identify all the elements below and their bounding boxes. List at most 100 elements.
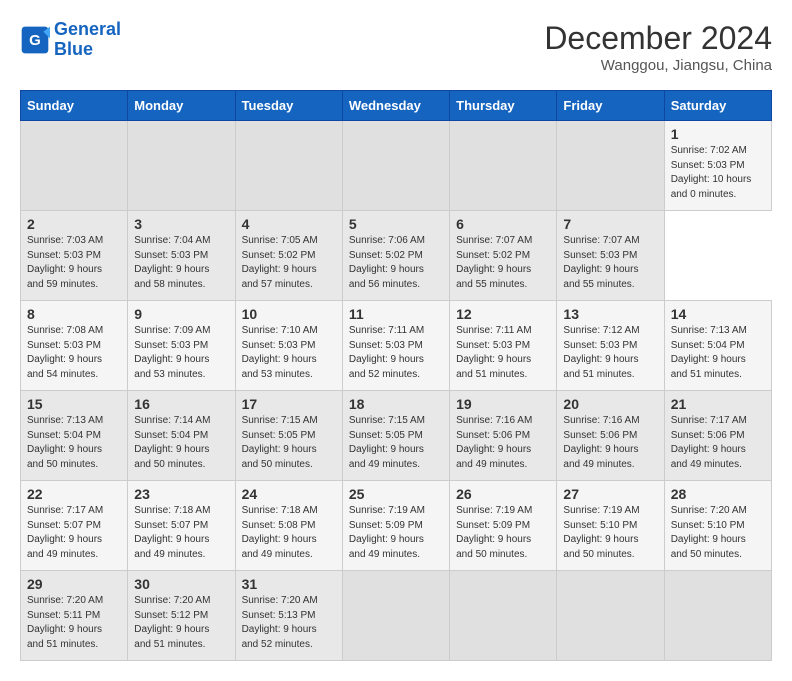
calendar-cell: 3 Sunrise: 7:04 AM Sunset: 5:03 PM Dayli…	[128, 211, 235, 301]
header-day: Tuesday	[235, 91, 342, 121]
day-number: 22	[27, 486, 121, 502]
calendar-cell	[342, 571, 449, 661]
day-detail: Sunrise: 7:16 AM Sunset: 5:06 PM Dayligh…	[456, 414, 550, 472]
day-number: 7	[563, 216, 657, 232]
calendar-cell	[342, 121, 449, 211]
day-number: 14	[671, 306, 765, 322]
day-number: 13	[563, 306, 657, 322]
day-detail: Sunrise: 7:08 AM Sunset: 5:03 PM Dayligh…	[27, 324, 121, 382]
svg-text:G: G	[29, 32, 41, 49]
day-detail: Sunrise: 7:18 AM Sunset: 5:08 PM Dayligh…	[242, 504, 336, 562]
day-number: 24	[242, 486, 336, 502]
day-detail: Sunrise: 7:11 AM Sunset: 5:03 PM Dayligh…	[349, 324, 443, 382]
page-header: G General Blue December 2024 Wanggou, Ji…	[20, 20, 772, 74]
header-row: SundayMondayTuesdayWednesdayThursdayFrid…	[21, 91, 772, 121]
day-detail: Sunrise: 7:20 AM Sunset: 5:10 PM Dayligh…	[671, 504, 765, 562]
calendar-week: 2 Sunrise: 7:03 AM Sunset: 5:03 PM Dayli…	[21, 211, 772, 301]
calendar-cell: 29 Sunrise: 7:20 AM Sunset: 5:11 PM Dayl…	[21, 571, 128, 661]
header-day: Sunday	[21, 91, 128, 121]
day-number: 12	[456, 306, 550, 322]
day-number: 28	[671, 486, 765, 502]
calendar-cell: 18 Sunrise: 7:15 AM Sunset: 5:05 PM Dayl…	[342, 391, 449, 481]
day-number: 29	[27, 576, 121, 592]
calendar-cell: 22 Sunrise: 7:17 AM Sunset: 5:07 PM Dayl…	[21, 481, 128, 571]
day-number: 4	[242, 216, 336, 232]
day-number: 2	[27, 216, 121, 232]
day-number: 16	[134, 396, 228, 412]
calendar-cell: 10 Sunrise: 7:10 AM Sunset: 5:03 PM Dayl…	[235, 301, 342, 391]
header-day: Friday	[557, 91, 664, 121]
calendar-cell: 12 Sunrise: 7:11 AM Sunset: 5:03 PM Dayl…	[450, 301, 557, 391]
day-detail: Sunrise: 7:19 AM Sunset: 5:09 PM Dayligh…	[349, 504, 443, 562]
day-number: 26	[456, 486, 550, 502]
logo-icon: G	[20, 25, 50, 55]
calendar-week: 8 Sunrise: 7:08 AM Sunset: 5:03 PM Dayli…	[21, 301, 772, 391]
calendar-cell: 7 Sunrise: 7:07 AM Sunset: 5:03 PM Dayli…	[557, 211, 664, 301]
calendar-week: 29 Sunrise: 7:20 AM Sunset: 5:11 PM Dayl…	[21, 571, 772, 661]
calendar-cell: 27 Sunrise: 7:19 AM Sunset: 5:10 PM Dayl…	[557, 481, 664, 571]
day-number: 25	[349, 486, 443, 502]
day-detail: Sunrise: 7:14 AM Sunset: 5:04 PM Dayligh…	[134, 414, 228, 472]
calendar-cell: 26 Sunrise: 7:19 AM Sunset: 5:09 PM Dayl…	[450, 481, 557, 571]
day-detail: Sunrise: 7:15 AM Sunset: 5:05 PM Dayligh…	[242, 414, 336, 472]
header-day: Thursday	[450, 91, 557, 121]
day-number: 3	[134, 216, 228, 232]
day-detail: Sunrise: 7:13 AM Sunset: 5:04 PM Dayligh…	[671, 324, 765, 382]
calendar-cell	[21, 121, 128, 211]
calendar-header: SundayMondayTuesdayWednesdayThursdayFrid…	[21, 91, 772, 121]
calendar-cell: 20 Sunrise: 7:16 AM Sunset: 5:06 PM Dayl…	[557, 391, 664, 481]
calendar-cell: 15 Sunrise: 7:13 AM Sunset: 5:04 PM Dayl…	[21, 391, 128, 481]
calendar-week: 22 Sunrise: 7:17 AM Sunset: 5:07 PM Dayl…	[21, 481, 772, 571]
day-number: 6	[456, 216, 550, 232]
calendar-body: 1 Sunrise: 7:02 AM Sunset: 5:03 PM Dayli…	[21, 121, 772, 661]
calendar-cell: 16 Sunrise: 7:14 AM Sunset: 5:04 PM Dayl…	[128, 391, 235, 481]
calendar-cell: 24 Sunrise: 7:18 AM Sunset: 5:08 PM Dayl…	[235, 481, 342, 571]
day-number: 20	[563, 396, 657, 412]
calendar-cell: 28 Sunrise: 7:20 AM Sunset: 5:10 PM Dayl…	[664, 481, 771, 571]
calendar-cell: 19 Sunrise: 7:16 AM Sunset: 5:06 PM Dayl…	[450, 391, 557, 481]
title-block: December 2024 Wanggou, Jiangsu, China	[544, 20, 772, 74]
calendar-cell: 30 Sunrise: 7:20 AM Sunset: 5:12 PM Dayl…	[128, 571, 235, 661]
day-detail: Sunrise: 7:19 AM Sunset: 5:09 PM Dayligh…	[456, 504, 550, 562]
day-detail: Sunrise: 7:16 AM Sunset: 5:06 PM Dayligh…	[563, 414, 657, 472]
day-detail: Sunrise: 7:19 AM Sunset: 5:10 PM Dayligh…	[563, 504, 657, 562]
calendar-cell: 5 Sunrise: 7:06 AM Sunset: 5:02 PM Dayli…	[342, 211, 449, 301]
day-detail: Sunrise: 7:02 AM Sunset: 5:03 PM Dayligh…	[671, 144, 765, 202]
calendar-cell: 11 Sunrise: 7:11 AM Sunset: 5:03 PM Dayl…	[342, 301, 449, 391]
calendar-cell: 17 Sunrise: 7:15 AM Sunset: 5:05 PM Dayl…	[235, 391, 342, 481]
calendar-cell: 14 Sunrise: 7:13 AM Sunset: 5:04 PM Dayl…	[664, 301, 771, 391]
day-detail: Sunrise: 7:20 AM Sunset: 5:11 PM Dayligh…	[27, 594, 121, 652]
calendar-cell: 25 Sunrise: 7:19 AM Sunset: 5:09 PM Dayl…	[342, 481, 449, 571]
day-number: 31	[242, 576, 336, 592]
location: Wanggou, Jiangsu, China	[544, 57, 772, 74]
day-detail: Sunrise: 7:07 AM Sunset: 5:02 PM Dayligh…	[456, 234, 550, 292]
day-detail: Sunrise: 7:05 AM Sunset: 5:02 PM Dayligh…	[242, 234, 336, 292]
header-day: Monday	[128, 91, 235, 121]
header-day: Wednesday	[342, 91, 449, 121]
calendar-cell: 23 Sunrise: 7:18 AM Sunset: 5:07 PM Dayl…	[128, 481, 235, 571]
calendar-cell	[235, 121, 342, 211]
day-detail: Sunrise: 7:09 AM Sunset: 5:03 PM Dayligh…	[134, 324, 228, 382]
day-number: 5	[349, 216, 443, 232]
day-detail: Sunrise: 7:20 AM Sunset: 5:12 PM Dayligh…	[134, 594, 228, 652]
calendar-cell	[664, 571, 771, 661]
calendar-cell: 2 Sunrise: 7:03 AM Sunset: 5:03 PM Dayli…	[21, 211, 128, 301]
calendar-cell	[450, 571, 557, 661]
day-detail: Sunrise: 7:10 AM Sunset: 5:03 PM Dayligh…	[242, 324, 336, 382]
calendar-table: SundayMondayTuesdayWednesdayThursdayFrid…	[20, 90, 772, 661]
calendar-cell	[557, 121, 664, 211]
calendar-cell: 6 Sunrise: 7:07 AM Sunset: 5:02 PM Dayli…	[450, 211, 557, 301]
day-detail: Sunrise: 7:15 AM Sunset: 5:05 PM Dayligh…	[349, 414, 443, 472]
day-detail: Sunrise: 7:18 AM Sunset: 5:07 PM Dayligh…	[134, 504, 228, 562]
day-detail: Sunrise: 7:04 AM Sunset: 5:03 PM Dayligh…	[134, 234, 228, 292]
calendar-cell	[557, 571, 664, 661]
logo: G General Blue	[20, 20, 121, 60]
calendar-week: 15 Sunrise: 7:13 AM Sunset: 5:04 PM Dayl…	[21, 391, 772, 481]
calendar-cell	[450, 121, 557, 211]
month-title: December 2024	[544, 20, 772, 57]
day-detail: Sunrise: 7:12 AM Sunset: 5:03 PM Dayligh…	[563, 324, 657, 382]
day-detail: Sunrise: 7:17 AM Sunset: 5:07 PM Dayligh…	[27, 504, 121, 562]
calendar-cell: 9 Sunrise: 7:09 AM Sunset: 5:03 PM Dayli…	[128, 301, 235, 391]
day-number: 1	[671, 126, 765, 142]
calendar-cell	[128, 121, 235, 211]
